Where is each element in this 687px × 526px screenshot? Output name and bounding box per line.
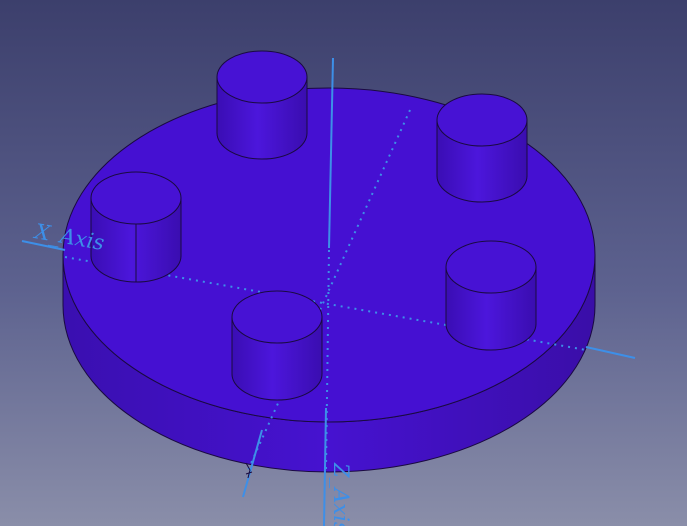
cylinder-right[interactable]	[445, 240, 537, 351]
z-axis-label: Z_Axis	[329, 462, 353, 526]
3d-viewport[interactable]: X_Axis Z_Axis	[0, 0, 687, 526]
cylinder-back-right[interactable]	[436, 93, 528, 203]
scene-canvas[interactable]: X_Axis Z_Axis	[0, 0, 687, 526]
cylinder-back-left[interactable]	[216, 50, 308, 160]
cylinder-left[interactable]	[90, 171, 182, 283]
x-axis-line-right	[585, 346, 636, 359]
cylinder-front[interactable]	[231, 290, 323, 401]
